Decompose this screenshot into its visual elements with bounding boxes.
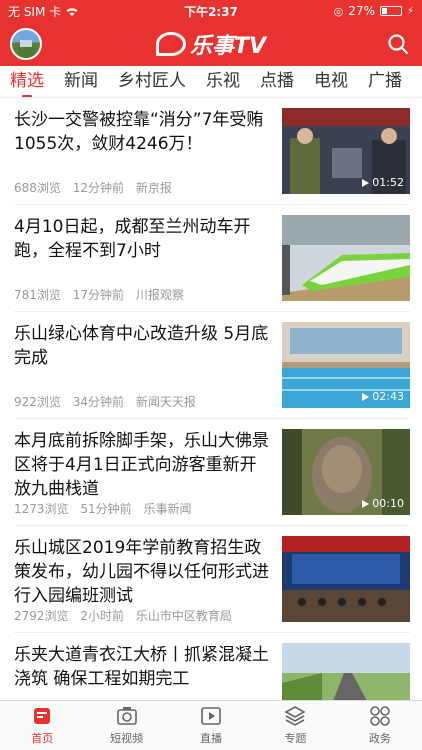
app-header: 乐事TV [0,22,422,66]
avatar[interactable] [10,28,42,60]
tab-3[interactable]: 乐视 [196,66,250,97]
news-title[interactable]: 长沙一交警被控靠“消分”7年受贿1055次，敛财4246万！ [14,108,272,156]
logo-mark-icon [155,32,186,56]
item-meta: 781浏览 17分钟前 川报观察 [14,286,192,303]
view-count: 688浏览 [14,181,61,195]
tab-6[interactable]: 广播 [358,66,412,97]
publish-time: 51分钟前 [80,502,132,516]
news-item[interactable]: 乐山城区2019年学前教育招生政策发布，幼儿园不得以任何形式进行入园编班测试 2… [14,526,410,633]
video-duration: 02:43 [362,390,404,403]
category-tabs: 精选 新闻 乡村匠人 乐视 点播 电视 广播 [0,66,422,98]
battery-percent: 27% [348,4,375,18]
view-count: 781浏览 [14,288,61,302]
publish-time: 17分钟前 [72,288,125,302]
charging-icon: ⚡ [406,5,414,17]
tab-5[interactable]: 电视 [304,66,358,97]
nav-item-0[interactable]: 首页 [0,701,84,750]
news-item[interactable]: 长沙一交警被控靠“消分”7年受贿1055次，敛财4246万！ 688浏览 12分… [14,98,410,205]
news-source: 乐事新闻 [143,502,192,516]
layers-icon [284,706,307,726]
news-item[interactable]: 本月底前拆除脚手架，乐山大佛景区将于4月1日正式向游客重新开放九曲栈道 1273… [14,419,410,526]
news-thumbnail[interactable] [282,643,410,700]
item-meta: 2792浏览 2小时前 乐山市中区教育局 [14,607,240,624]
news-item[interactable]: 4月10日起，成都至兰州动车开跑，全程不到7小时 781浏览 17分钟前 川报观… [14,205,410,312]
nav-label: 直播 [200,732,223,745]
video-duration: 00:10 [362,497,404,510]
news-thumbnail[interactable] [282,215,410,301]
search-icon [388,34,409,55]
tab-4[interactable]: 点播 [250,66,304,97]
nav-label: 专题 [284,732,307,745]
news-thumbnail[interactable]: 01:52 [282,108,410,194]
publish-time: 12分钟前 [72,181,125,195]
search-button[interactable] [386,32,410,56]
wifi-icon [66,7,78,16]
home-icon [34,708,51,724]
news-feed: 长沙一交警被控靠“消分”7年受贿1055次，敛财4246万！ 688浏览 12分… [0,98,422,700]
nav-label: 首页 [31,732,54,745]
item-meta: 922浏览 34分钟前 新闻天天报 [14,393,204,410]
news-source: 川报观察 [135,288,184,302]
nav-item-1[interactable]: 短视频 [84,701,168,750]
camera-icon [116,707,137,725]
tab-1[interactable]: 新闻 [54,66,108,97]
news-item[interactable]: 乐山绿心体育中心改造升级 5月底完成 922浏览 34分钟前 新闻天天报 02:… [14,312,410,419]
carrier-label: 无 SIM 卡 [8,4,62,19]
nav-item-4[interactable]: 政务 [338,701,422,750]
play-icon [362,178,370,187]
news-title[interactable]: 乐山城区2019年学前教育招生政策发布，幼儿园不得以任何形式进行入园编班测试 [14,536,272,608]
nav-label: 短视频 [110,732,144,745]
nav-item-3[interactable]: 专题 [253,701,337,750]
news-title[interactable]: 乐山绿心体育中心改造升级 5月底完成 [14,322,272,370]
item-meta: 1273浏览 51分钟前 乐事新闻 [14,500,200,517]
news-source: 新闻天天报 [135,395,196,409]
news-title[interactable]: 乐夹大道青衣江大桥丨抓紧混凝土浇筑 确保工程如期完工 [14,643,272,691]
status-bar: 无 SIM 卡 下午2:37 ◎ 27% ⚡ [0,0,422,22]
publish-time: 34分钟前 [72,395,125,409]
tab-2[interactable]: 乡村匠人 [108,66,196,97]
news-thumbnail[interactable] [282,536,410,622]
view-count: 922浏览 [14,395,61,409]
nav-label: 政务 [368,732,391,745]
alarm-icon: ◎ [333,4,344,18]
view-count: 2792浏览 [14,609,69,623]
tab-0[interactable]: 精选 [0,66,54,97]
battery-icon [379,6,402,16]
view-count: 1273浏览 [14,502,69,516]
news-thumbnail[interactable]: 02:43 [282,322,410,408]
nav-item-2[interactable]: 直播 [169,701,253,750]
news-item[interactable]: 乐夹大道青衣江大桥丨抓紧混凝土浇筑 确保工程如期完工 [14,633,410,700]
news-title[interactable]: 本月底前拆除脚手架，乐山大佛景区将于4月1日正式向游客重新开放九曲栈道 [14,429,272,501]
play-icon [362,499,370,508]
publish-time: 2小时前 [80,609,125,623]
news-thumbnail[interactable]: 00:10 [282,429,410,515]
news-title[interactable]: 4月10日起，成都至兰州动车开跑，全程不到7小时 [14,215,272,263]
play-icon [362,392,370,401]
video-duration: 01:52 [362,176,404,189]
bottom-nav: 首页 短视频 直播 专题 政务 [0,700,422,750]
item-meta: 688浏览 12分钟前 新京报 [14,179,180,196]
news-source: 乐山市中区教育局 [135,609,232,623]
app-logo: 乐事TV [155,28,267,60]
grid-icon [370,706,390,726]
news-source: 新京报 [135,181,172,195]
logo-text: 乐事TV [189,34,267,59]
play-icon [201,707,221,725]
